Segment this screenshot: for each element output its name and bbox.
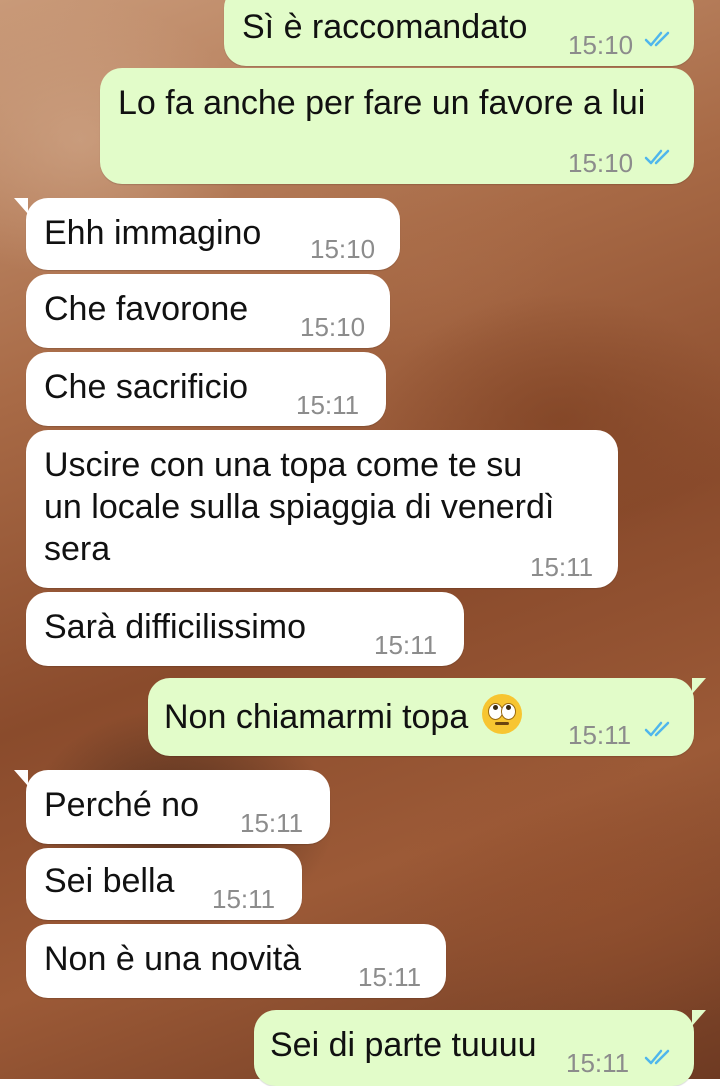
- message-text-line: Uscire con una topa come te su: [44, 446, 523, 484]
- message-time: 15:11: [374, 630, 438, 660]
- message-text: Sei di parte tuuuu: [270, 1026, 537, 1064]
- message-time: 15:10: [568, 148, 634, 178]
- message-time: 15:11: [240, 808, 304, 838]
- message-time: 15:11: [530, 552, 594, 582]
- read-ticks-icon: [644, 31, 670, 47]
- message-bubble-outgoing[interactable]: Non chiamarmi topa 15:11: [148, 678, 706, 756]
- message-bubble-incoming[interactable]: Sarà difficilissimo 15:11: [26, 592, 464, 666]
- message-text-content: Non chiamarmi topa: [164, 698, 469, 736]
- message-bubble-incoming[interactable]: Ehh immagino 15:10: [14, 198, 400, 270]
- message-text: Sarà difficilissimo: [44, 608, 307, 646]
- message-bubble-outgoing[interactable]: Lo fa anche per fare un favore a lui 15:…: [100, 68, 694, 184]
- message-time: 15:11: [296, 390, 360, 420]
- message-text: Che sacrificio: [44, 368, 249, 406]
- message-bubble-incoming[interactable]: Perché no 15:11: [14, 770, 330, 844]
- message-text-line: sera: [44, 530, 111, 568]
- message-text: Ehh immagino: [44, 214, 262, 252]
- read-ticks-icon: [644, 721, 670, 737]
- message-time: 15:11: [358, 962, 422, 992]
- message-bubble-incoming[interactable]: Che sacrificio 15:11: [26, 352, 386, 426]
- message-time: 15:10: [300, 312, 366, 342]
- message-time: 15:11: [566, 1048, 630, 1078]
- message-bubble-outgoing[interactable]: Sì è raccomandato 15:10: [224, 0, 694, 66]
- read-ticks-icon: [644, 1049, 670, 1065]
- message-text: Sei bella: [44, 862, 175, 900]
- message-text-line: un locale sulla spiaggia di venerdì: [44, 488, 555, 526]
- message-time: 15:10: [568, 30, 634, 60]
- message-text: Perché no: [44, 786, 199, 824]
- rolling-eyes-emoji-icon: [481, 694, 522, 734]
- message-text: Non chiamarmi topa: [164, 694, 522, 738]
- message-bubble-incoming[interactable]: Sei bella 15:11: [26, 848, 302, 920]
- message-time: 15:10: [310, 234, 376, 264]
- message-bubble-outgoing[interactable]: Sei di parte tuuuu 15:11: [254, 1010, 706, 1086]
- message-time: 15:11: [568, 720, 632, 750]
- message-bubble-incoming[interactable]: Che favorone 15:10: [26, 274, 390, 348]
- message-time: 15:11: [212, 884, 276, 914]
- message-bubble-incoming[interactable]: Uscire con una topa come te su un locale…: [26, 430, 618, 588]
- message-text: Non è una novità: [44, 940, 302, 978]
- message-text: Sì è raccomandato: [242, 8, 528, 46]
- read-ticks-icon: [644, 149, 670, 165]
- message-text: Lo fa anche per fare un favore a lui: [118, 84, 646, 122]
- message-text: Che favorone: [44, 290, 249, 328]
- message-bubble-incoming[interactable]: Non è una novità 15:11: [26, 924, 446, 998]
